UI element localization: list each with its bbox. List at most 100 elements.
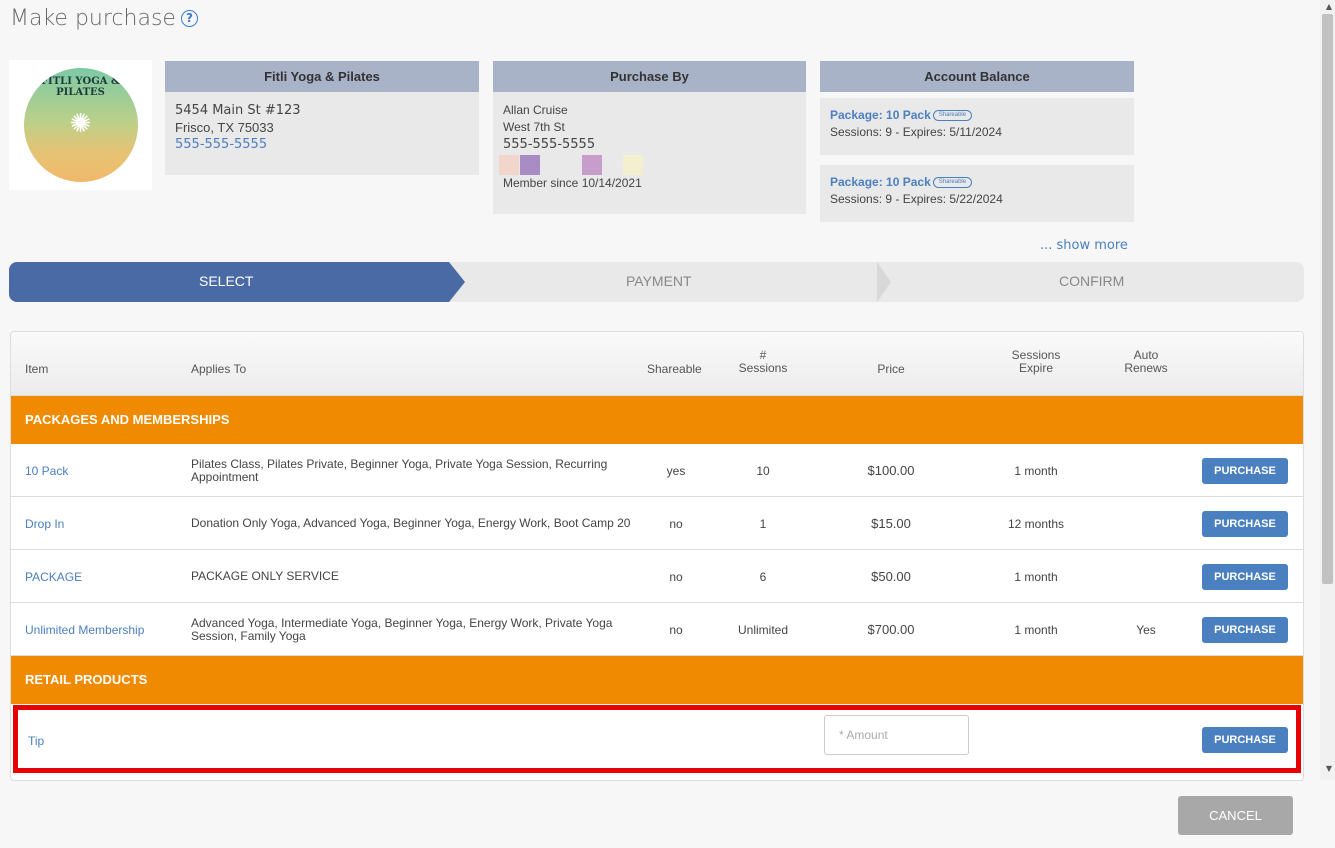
tip-purchase-button[interactable]: PURCHASE	[1202, 727, 1288, 753]
header-auto: Auto Renews	[1121, 349, 1171, 375]
table-row: Drop In Donation Only Yoga, Advanced Yog…	[11, 497, 1303, 550]
section-packages: PACKAGES AND MEMBERSHIPS	[11, 396, 1303, 444]
step-confirm: CONFIRM	[1059, 273, 1125, 289]
member-swatches	[499, 155, 796, 175]
header-expire: Sessions Expire	[1001, 349, 1071, 375]
header-expire-2: Expire	[1018, 361, 1053, 375]
price-value: $100.00	[867, 463, 915, 478]
meditation-icon: ✺	[69, 109, 92, 139]
auto-renew-value: Yes	[1136, 622, 1156, 637]
purchase-button[interactable]: PURCHASE	[1202, 511, 1288, 537]
studio-logo: FITLI YOGA & PILATES ✺	[9, 60, 152, 190]
step-payment: PAYMENT	[626, 273, 692, 289]
header-sessions: # Sessions	[723, 349, 803, 375]
expire-value: 12 months	[1007, 516, 1065, 531]
package-link[interactable]: Package: 10 Pack	[830, 108, 931, 122]
member-since: Member since 10/14/2021	[503, 176, 642, 190]
scroll-up-icon[interactable]: ▲	[1326, 2, 1332, 11]
purchase-button[interactable]: PURCHASE	[1202, 458, 1288, 484]
header-price: Price	[877, 362, 905, 376]
applies-to: Donation Only Yoga, Advanced Yoga, Begin…	[191, 516, 631, 530]
item-link[interactable]: 10 Pack	[25, 444, 185, 497]
tip-amount-input[interactable]	[824, 715, 969, 755]
applies-to: Pilates Class, Pilates Private, Beginner…	[191, 456, 608, 484]
step-progress: SELECT PAYMENT CONFIRM	[9, 262, 1304, 302]
sessions-value: 10	[756, 463, 770, 478]
studio-name: Fitli Yoga & Pilates	[165, 61, 479, 92]
sessions-value: 1	[759, 516, 767, 531]
sessions-value: Unlimited	[737, 622, 788, 637]
applies-to: PACKAGE ONLY SERVICE	[191, 569, 339, 583]
balance-card: Account Balance Package: 10 Pack Shareabl…	[820, 61, 1134, 222]
price-value: $15.00	[871, 516, 911, 531]
scroll-thumb[interactable]	[1322, 14, 1333, 584]
balance-package: Package: 10 Pack Shareable Sessions: 9 - …	[820, 98, 1134, 155]
price-value: $50.00	[871, 569, 911, 584]
shareable-chip: Shareable	[932, 177, 973, 189]
swatch	[520, 155, 540, 175]
expire-value: 1 month	[1014, 622, 1058, 637]
help-icon[interactable]: ?	[180, 10, 198, 27]
header-item: Item	[25, 362, 49, 376]
balance-package: Package: 10 Pack Shareable Sessions: 9 - …	[820, 165, 1134, 222]
item-link[interactable]: PACKAGE	[25, 550, 185, 603]
step-select-label: SELECT	[199, 273, 254, 289]
studio-address1: 5454 Main St #123	[175, 103, 301, 118]
purchase-button[interactable]: PURCHASE	[1202, 617, 1288, 643]
header-shareable: Shareable	[647, 362, 702, 376]
purchaser-card: Purchase By Allan Cruise West 7th St 555…	[493, 61, 806, 214]
item-link[interactable]: Drop In	[25, 497, 185, 550]
swatch	[582, 155, 602, 175]
studio-phone-link[interactable]: 555-555-5555	[175, 136, 469, 153]
step-arrow	[449, 262, 465, 302]
table-row: Unlimited Membership Advanced Yoga, Inte…	[11, 603, 1303, 656]
studio-address2: Frisco, TX 75033	[175, 120, 274, 135]
page-scrollbar[interactable]: ▲ ▼	[1320, 0, 1335, 780]
package-link[interactable]: Package: 10 Pack	[830, 175, 931, 189]
applies-to: Advanced Yoga, Intermediate Yoga, Beginn…	[191, 615, 613, 643]
logo-lettering: FITLI YOGA & PILATES	[40, 76, 121, 98]
tip-row-highlight: Tip PURCHASE	[13, 705, 1301, 773]
swatch	[623, 155, 643, 175]
auto-renew-value	[1121, 497, 1171, 550]
scroll-down-icon[interactable]: ▼	[1326, 764, 1332, 773]
purchaser-name: Allan Cruise	[503, 103, 568, 117]
section-retail: RETAIL PRODUCTS	[11, 656, 1303, 704]
purchaser-phone: 555-555-5555	[503, 137, 596, 152]
header-auto-2: Renews	[1124, 361, 1168, 375]
header-sessions-label: Sessions	[738, 361, 788, 375]
package-detail: Sessions: 9 - Expires: 5/11/2024	[830, 125, 1002, 139]
shareable-value: no	[669, 622, 683, 637]
shareable-value: no	[669, 569, 683, 584]
table-header: Item Applies To Shareable # Sessions Pri…	[11, 332, 1303, 396]
item-link[interactable]: Unlimited Membership	[25, 603, 185, 656]
shareable-chip: Shareable	[932, 110, 973, 122]
header-applies: Applies To	[191, 362, 247, 376]
table-row: 10 Pack Pilates Class, Pilates Private, …	[11, 444, 1303, 497]
auto-renew-value	[1121, 550, 1171, 603]
expire-value: 1 month	[1014, 463, 1058, 478]
purchaser-header: Purchase By	[493, 61, 806, 92]
expire-value: 1 month	[1014, 569, 1058, 584]
balance-header: Account Balance	[820, 61, 1134, 92]
step-select[interactable]: SELECT	[9, 262, 449, 302]
products-table: Item Applies To Shareable # Sessions Pri…	[10, 331, 1304, 781]
cancel-button[interactable]: CANCEL	[1178, 796, 1293, 835]
step-divider	[877, 262, 891, 302]
package-detail: Sessions: 9 - Expires: 5/22/2024	[830, 192, 1003, 206]
page-title-text: Make purchase	[10, 6, 176, 31]
show-more-link[interactable]: ... show more	[1040, 238, 1128, 253]
shareable-value: no	[669, 516, 683, 531]
purchaser-details: Allan Cruise West 7th St 555-555-5555 Me…	[493, 92, 806, 214]
purchaser-street: West 7th St	[503, 120, 565, 134]
sessions-value: 6	[759, 569, 767, 584]
shareable-value: yes	[666, 463, 686, 478]
studio-card: Fitli Yoga & Pilates 5454 Main St #123 F…	[165, 61, 479, 175]
auto-renew-value	[1121, 444, 1171, 497]
purchase-button[interactable]: PURCHASE	[1202, 564, 1288, 590]
page-title: Make purchase ?	[10, 6, 198, 31]
tip-item-link[interactable]: Tip	[28, 734, 44, 748]
logo-badge: FITLI YOGA & PILATES ✺	[23, 68, 138, 182]
table-row: PACKAGE PACKAGE ONLY SERVICE no 6 $50.00…	[11, 550, 1303, 603]
swatch	[499, 155, 519, 175]
